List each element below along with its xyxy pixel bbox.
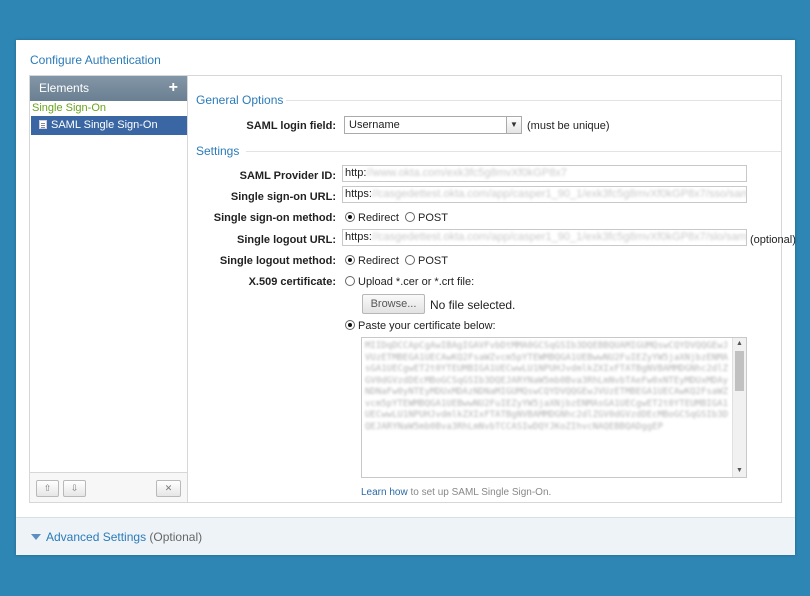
document-icon <box>39 120 47 129</box>
move-up-button[interactable]: ⇧ <box>36 480 59 497</box>
arrow-down-icon: ⇩ <box>70 483 79 493</box>
saml-login-field-select[interactable]: Username ▼ <box>344 116 522 134</box>
learn-how-rest: to set up SAML Single Sign-On. <box>407 487 552 498</box>
single-logout-url-label: Single logout URL: <box>237 234 336 246</box>
single-sign-on-url-label: Single sign-on URL: <box>230 191 336 203</box>
provider-id-prefix: http: <box>345 167 367 179</box>
configure-authentication-panel: Configure Authentication Elements + Sing… <box>16 40 796 555</box>
logout-redirect-radio[interactable] <box>345 255 355 265</box>
elements-header-label: Elements <box>39 81 90 95</box>
single-sign-on-method-label: Single sign-on method: <box>213 212 336 224</box>
sso-post-radio[interactable] <box>405 212 416 222</box>
sidebar-item-saml-single-sign-on[interactable]: SAML Single Sign-On <box>31 116 187 135</box>
chevron-down-icon: ▼ <box>506 117 521 133</box>
panel-title: Configure Authentication <box>30 53 161 67</box>
upload-certificate-option: Upload *.cer or *.crt file: <box>345 276 474 288</box>
advanced-settings-label: Advanced Settings <box>46 530 147 544</box>
no-file-selected-text: No file selected. <box>430 298 516 312</box>
logout-url-note: (optional) <box>750 234 796 246</box>
settings-heading: Settings <box>196 144 240 158</box>
paste-certificate-radio[interactable] <box>345 320 355 330</box>
sso-redirect-label: Redirect <box>358 212 399 224</box>
advanced-settings-optional: (Optional) <box>146 530 203 544</box>
saml-login-field-label: SAML login field: <box>246 120 336 132</box>
provider-id-value: //www.okta.com/exk3fc5g8mvXf0kGP8x7 <box>366 167 567 179</box>
logout-method-radio-group: Redirect POST <box>345 255 448 267</box>
browse-button[interactable]: Browse... <box>362 294 425 314</box>
saml-provider-id-input[interactable]: http://www.okta.com/exk3fc5g8mvXf0kGP8x7 <box>342 165 747 182</box>
login-field-note: (must be unique) <box>527 120 610 132</box>
config-area: Elements + Single Sign-On SAML Single Si… <box>29 75 796 503</box>
scroll-thumb[interactable] <box>735 351 744 391</box>
scroll-down-icon[interactable]: ▼ <box>733 465 746 477</box>
certificate-scrollbar[interactable]: ▲ ▼ <box>732 338 746 477</box>
upload-certificate-radio[interactable] <box>345 276 355 286</box>
saml-provider-id-label: SAML Provider ID: <box>239 170 336 182</box>
logout-url-prefix: https: <box>345 231 372 243</box>
sidebar-footer: ⇧ ⇩ ✕ <box>30 472 187 502</box>
general-options-heading: General Options <box>196 93 284 107</box>
elements-header: Elements + <box>30 76 187 101</box>
learn-how-link[interactable]: Learn how <box>361 487 408 498</box>
add-element-icon[interactable]: + <box>169 76 178 100</box>
triangle-down-icon <box>31 534 41 540</box>
section-divider <box>246 151 781 152</box>
close-icon: ✕ <box>164 483 173 493</box>
advanced-settings-toggle[interactable]: Advanced Settings (Optional) <box>46 530 202 544</box>
scroll-up-icon[interactable]: ▲ <box>733 338 746 350</box>
single-logout-url-input[interactable]: https://casgedettest.okta.com/app/casper… <box>342 229 747 246</box>
logout-post-radio[interactable] <box>405 255 416 265</box>
sidebar-item-label: SAML Single Sign-On <box>51 119 158 131</box>
sso-method-radio-group: Redirect POST <box>345 212 448 224</box>
sidebar-group-single-sign-on: Single Sign-On <box>32 102 106 114</box>
upload-certificate-label: Upload *.cer or *.crt file: <box>358 276 475 288</box>
certificate-text: MIIDqDCCApCgAwIBAgIGAVFvbDtMMA0GCSqGSIb3… <box>365 341 729 432</box>
saml-login-field-value: Username <box>349 119 400 131</box>
certificate-textarea[interactable]: MIIDqDCCApCgAwIBAgIGAVFvbDtMMA0GCSqGSIb3… <box>361 337 747 478</box>
saml-form: General Options SAML login field: Userna… <box>196 76 796 502</box>
section-divider <box>286 100 781 101</box>
logout-redirect-label: Redirect <box>358 255 399 267</box>
move-down-button[interactable]: ⇩ <box>63 480 86 497</box>
elements-sidebar: Elements + Single Sign-On SAML Single Si… <box>30 76 188 502</box>
single-sign-on-url-input[interactable]: https://casgedettest.okta.com/app/casper… <box>342 186 747 203</box>
logout-url-value: //casgedettest.okta.com/app/casper1_90_1… <box>371 231 747 243</box>
sso-url-value: //casgedettest.okta.com/app/casper1_90_1… <box>371 188 747 200</box>
delete-element-button[interactable]: ✕ <box>156 480 181 497</box>
learn-how-text: Learn how to set up SAML Single Sign-On. <box>361 487 551 498</box>
single-logout-method-label: Single logout method: <box>219 255 336 267</box>
sso-url-prefix: https: <box>345 188 372 200</box>
paste-certificate-label: Paste your certificate below: <box>358 320 496 332</box>
advanced-settings-bar[interactable]: Advanced Settings (Optional) <box>16 517 795 555</box>
paste-certificate-option: Paste your certificate below: <box>345 320 496 332</box>
arrow-up-icon: ⇧ <box>43 483 52 493</box>
sso-post-label: POST <box>418 212 448 224</box>
x509-certificate-label: X.509 certificate: <box>248 276 336 288</box>
sso-redirect-radio[interactable] <box>345 212 355 222</box>
logout-post-label: POST <box>418 255 448 267</box>
